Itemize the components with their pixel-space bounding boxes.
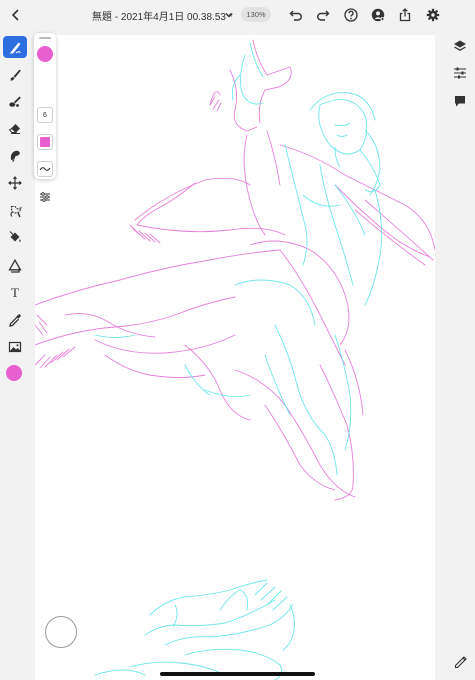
home-indicator[interactable]: [160, 672, 315, 676]
undo-button[interactable]: [286, 5, 306, 25]
tool-smudge[interactable]: [3, 144, 27, 166]
tool-move[interactable]: [3, 172, 27, 194]
settings-button[interactable]: [423, 5, 443, 25]
account-button[interactable]: [368, 5, 388, 25]
top-bar: 無題 - 2021年4月1日 00.38.53 * 130%: [0, 0, 475, 30]
redo-icon: [317, 10, 330, 21]
smudge-icon: [10, 150, 20, 162]
layer-properties-button[interactable]: [450, 63, 470, 83]
sliders-icon: [454, 67, 466, 79]
mixer-brush-icon: [9, 96, 21, 107]
stroke-wave-icon: [39, 167, 51, 171]
tool-text[interactable]: T: [3, 282, 27, 304]
brush-settings-panel: 6: [34, 33, 56, 202]
brush-color-button[interactable]: [37, 46, 53, 62]
brush-size-field[interactable]: 6: [37, 107, 53, 123]
tool-pixel-brush[interactable]: [3, 36, 27, 58]
back-button[interactable]: [6, 5, 26, 25]
left-toolbar: T: [0, 30, 30, 680]
comment-icon: [455, 96, 465, 107]
brush-settings-icon: [40, 192, 50, 202]
eyedropper-icon: [9, 314, 21, 327]
brush-swatch-fill: [40, 137, 50, 147]
shapes-icon: [8, 259, 22, 273]
zoom-level-badge[interactable]: 130%: [241, 7, 271, 22]
layers-button[interactable]: [450, 36, 470, 56]
tool-mixer-brush[interactable]: [3, 90, 27, 112]
chevron-down-icon: [225, 12, 233, 18]
user-add-icon: [371, 8, 385, 22]
tool-eraser[interactable]: [3, 117, 27, 139]
chevron-left-icon: [11, 9, 19, 21]
brush-swatch-button[interactable]: [37, 134, 53, 150]
share-button[interactable]: [395, 5, 415, 25]
pencil-icon: [454, 656, 467, 668]
edit-button[interactable]: [450, 651, 470, 671]
sketch-artwork: [35, 39, 435, 680]
eraser-icon: [8, 124, 20, 134]
share-icon: [399, 8, 411, 22]
right-toolbar: [445, 30, 475, 680]
image-icon: [8, 341, 22, 353]
redo-button[interactable]: [313, 5, 333, 25]
help-icon: [344, 8, 358, 22]
help-button[interactable]: [341, 5, 361, 25]
tool-vector-brush[interactable]: [3, 64, 27, 86]
tool-fill[interactable]: [3, 227, 27, 249]
comments-button[interactable]: [450, 91, 470, 111]
lasso-icon: [9, 205, 22, 218]
undo-icon: [289, 10, 302, 21]
document-title[interactable]: 無題 - 2021年4月1日 00.38.53 *: [92, 8, 233, 23]
stroke-smoothing-button[interactable]: [37, 161, 53, 177]
tool-lasso[interactable]: [3, 200, 27, 222]
tool-image[interactable]: [3, 336, 27, 358]
title-dropdown-button[interactable]: [219, 5, 239, 25]
gear-icon: [426, 8, 440, 22]
move-icon: [8, 176, 22, 190]
color-picker-swatch[interactable]: [6, 365, 22, 381]
layers-icon: [454, 40, 466, 51]
brush-settings-button[interactable]: [37, 190, 53, 204]
app-window: 無題 - 2021年4月1日 00.38.53 * 130% T 6: [0, 0, 475, 680]
drawing-canvas[interactable]: [35, 35, 435, 680]
panel-drag-handle[interactable]: [39, 37, 51, 39]
brush-icon: [10, 69, 21, 81]
text-icon: T: [11, 285, 19, 300]
tool-shapes[interactable]: [3, 255, 27, 277]
touch-shortcut-button[interactable]: [45, 616, 77, 648]
paint-bucket-icon: [9, 231, 21, 243]
pencil-brush-icon: [9, 42, 21, 54]
tool-eyedropper[interactable]: [3, 309, 27, 331]
